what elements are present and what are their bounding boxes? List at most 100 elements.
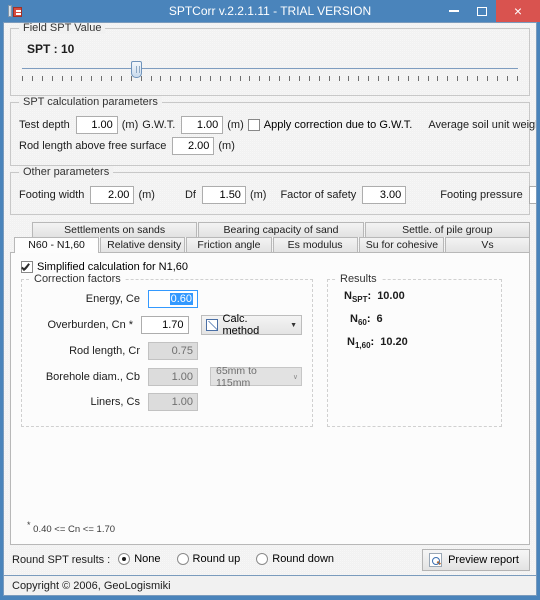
simplified-calculation-checkbox[interactable]: Simplified calculation for N1,60 bbox=[21, 261, 519, 273]
correction-factor-value: 1.00 bbox=[171, 396, 193, 408]
slider-tick bbox=[407, 76, 409, 81]
tab-vs[interactable]: Vs bbox=[444, 237, 531, 253]
test-depth-unit: (m) bbox=[121, 119, 139, 131]
tab-label: Bearing capacity of sand bbox=[223, 224, 339, 236]
factor-of-safety-input[interactable] bbox=[362, 186, 407, 204]
slider-tick bbox=[308, 76, 310, 81]
panel-columns: Correction factors Energy, Ce 0.60 Overbur… bbox=[21, 273, 519, 427]
rod-length-above-surface-unit: (m) bbox=[218, 140, 235, 152]
correction-factor-value: 1.70 bbox=[162, 319, 184, 331]
borehole-diameter-select: 65mm to 115mm ∨ bbox=[210, 365, 302, 389]
result-symbol: NSPT bbox=[344, 290, 368, 305]
gwt-input[interactable] bbox=[181, 116, 224, 134]
correction-factor-input-rod-length: 0.75 bbox=[148, 342, 198, 360]
apply-gwt-correction-checkbox[interactable]: Apply correction due to G.W.T. bbox=[247, 119, 412, 131]
radio-round-up[interactable]: Round up bbox=[176, 552, 241, 565]
slider-tick bbox=[180, 76, 182, 81]
footing-width-input[interactable] bbox=[90, 186, 135, 204]
footing-pressure-input[interactable] bbox=[528, 186, 536, 204]
radio-dot bbox=[176, 552, 189, 565]
group-title-correction-factors: Correction factors bbox=[30, 273, 125, 285]
correction-factor-value: 1.00 bbox=[171, 370, 193, 383]
tab-label: Vs bbox=[481, 239, 494, 251]
radio-label: Round up bbox=[192, 552, 241, 565]
maximize-button[interactable] bbox=[468, 0, 496, 22]
window-controls: × bbox=[440, 0, 540, 22]
correction-factor-input-overburden[interactable]: 1.70 bbox=[141, 316, 189, 334]
tab-n60-n1-60[interactable]: N60 - N1,60 bbox=[14, 237, 100, 253]
round-spt-results-label: Round SPT results : bbox=[12, 554, 111, 566]
group-correction-factors: Correction factors Energy, Ce 0.60 Overbur… bbox=[21, 273, 313, 427]
application-window: SPTCorr v.2.2.1.11 - TRIAL VERSION × Fie… bbox=[0, 0, 540, 600]
gwt-label: G.W.T. bbox=[142, 119, 176, 131]
df-label: Df bbox=[184, 189, 196, 201]
group-spt-calculation-parameters: SPT calculation parameters Test depth (m… bbox=[10, 96, 536, 166]
title-bar: SPTCorr v.2.2.1.11 - TRIAL VERSION × bbox=[0, 0, 540, 22]
slider-tick bbox=[368, 76, 370, 81]
group-title-field-spt: Field SPT Value bbox=[19, 23, 106, 34]
slider-tick bbox=[279, 76, 281, 81]
tab-su-for-cohesive[interactable]: Su for cohesive bbox=[358, 237, 444, 253]
slider-tick bbox=[476, 76, 478, 81]
tab-relative-density[interactable]: Relative density bbox=[100, 237, 186, 253]
tab-label: N60 - N1,60 bbox=[28, 239, 85, 251]
footing-pressure-label: Footing pressure bbox=[440, 189, 523, 201]
correction-factor-label: Borehole diam., Cb bbox=[45, 370, 140, 383]
result-colon: : bbox=[367, 290, 372, 302]
radio-dot bbox=[118, 552, 131, 565]
slider-tick bbox=[298, 76, 300, 81]
slider-tick bbox=[150, 76, 152, 81]
footing-width-unit: (m) bbox=[138, 189, 155, 201]
slider-tick bbox=[457, 76, 459, 81]
chevron-down-icon: ▼ bbox=[290, 321, 297, 329]
footnote-text: 0.40 <= Cn <= 1.70 bbox=[33, 524, 116, 535]
slider-ticks bbox=[22, 76, 518, 84]
rod-length-above-surface-input[interactable] bbox=[172, 137, 215, 155]
slider-tick bbox=[22, 76, 23, 81]
group-title-spt-params: SPT calculation parameters bbox=[19, 96, 162, 108]
minimize-button[interactable] bbox=[440, 0, 468, 22]
radio-round-down[interactable]: Round down bbox=[256, 552, 334, 565]
slider-tick bbox=[289, 76, 291, 81]
test-depth-input[interactable] bbox=[75, 116, 118, 134]
df-unit: (m) bbox=[249, 189, 267, 201]
client-area: Field SPT Value SPT : 10 SPT calculation… bbox=[3, 22, 537, 576]
close-button[interactable]: × bbox=[496, 0, 540, 22]
tab-bearing-capacity-of-sand[interactable]: Bearing capacity of sand bbox=[198, 222, 364, 237]
slider-tick bbox=[496, 76, 498, 81]
spt-value-label: SPT : 10 bbox=[27, 42, 75, 56]
result-row: N1,60:10.20 bbox=[338, 336, 491, 350]
slider-tick bbox=[160, 76, 162, 81]
spt-params-row-2: Rod length above free surface (m) bbox=[19, 137, 521, 155]
form-body: Field SPT Value SPT : 10 SPT calculation… bbox=[4, 23, 536, 545]
result-subscript: 60 bbox=[357, 318, 367, 328]
slider-tick bbox=[318, 76, 320, 81]
footnote-asterisk: * bbox=[27, 519, 31, 530]
correction-factor-input-energy[interactable]: 0.60 bbox=[148, 290, 198, 308]
slider-tick bbox=[328, 76, 330, 81]
slider-tick bbox=[190, 76, 192, 81]
df-input[interactable] bbox=[201, 186, 246, 204]
calc-method-button[interactable]: Calc. method ▼ bbox=[200, 313, 302, 337]
preview-report-button[interactable]: Preview report bbox=[422, 549, 530, 571]
correction-factor-input-liners: 1.00 bbox=[148, 393, 198, 411]
tab-settlements-on-sands[interactable]: Settlements on sands bbox=[32, 222, 198, 237]
minimize-icon bbox=[449, 10, 459, 12]
spt-slider[interactable] bbox=[22, 60, 518, 88]
tab-friction-angle[interactable]: Friction angle bbox=[186, 237, 272, 253]
correction-factor-row: Rod length, Cr 0.75 bbox=[32, 342, 302, 360]
slider-tick bbox=[447, 76, 449, 81]
slider-tick bbox=[91, 76, 93, 81]
slider-tick bbox=[209, 76, 211, 81]
slider-tick bbox=[111, 76, 113, 81]
slider-tick bbox=[219, 76, 221, 81]
footnote-cn-range: * 0.40 <= Cn <= 1.70 bbox=[21, 520, 519, 538]
tab-settle-of-pile-group[interactable]: Settle. of pile group bbox=[364, 222, 530, 237]
correction-factor-row: Energy, Ce 0.60 bbox=[32, 290, 302, 308]
radio-label: None bbox=[134, 552, 161, 565]
radio-none[interactable]: None bbox=[118, 552, 161, 565]
slider-tick bbox=[348, 76, 350, 81]
slider-tick bbox=[71, 76, 73, 81]
slider-tick bbox=[101, 76, 103, 81]
tab-es-modulus[interactable]: Es modulus bbox=[272, 237, 358, 253]
